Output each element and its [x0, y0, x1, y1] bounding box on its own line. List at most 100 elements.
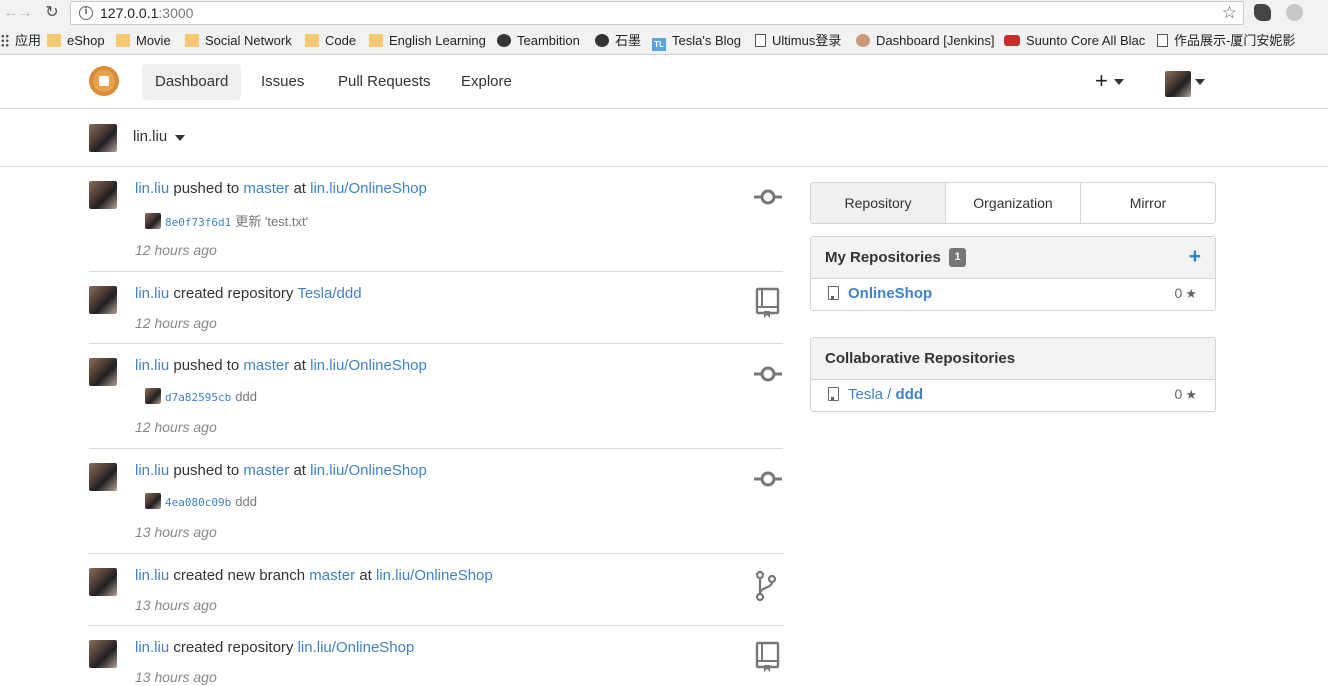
- jenkins-icon: [856, 34, 870, 47]
- feed-repo-link[interactable]: lin.liu/OnlineShop: [376, 567, 493, 584]
- reload-icon[interactable]: ↻: [41, 2, 63, 24]
- repo-link[interactable]: Tesla / ddd: [848, 386, 923, 403]
- plus-icon: +: [1095, 68, 1108, 93]
- feed-repo-link[interactable]: lin.liu/OnlineShop: [298, 639, 415, 656]
- evernote-extension-icon[interactable]: [1254, 4, 1271, 21]
- feed-user-link[interactable]: lin.liu: [135, 357, 169, 374]
- feed-user-link[interactable]: lin.liu: [135, 285, 169, 302]
- feed-item: lin.liu created repository Tesla/ddd 12 …: [89, 272, 783, 344]
- avatar[interactable]: [89, 358, 117, 386]
- repo-link[interactable]: OnlineShop: [848, 285, 932, 302]
- feed-joiner: at: [293, 180, 306, 197]
- avatar[interactable]: [89, 463, 117, 491]
- nav-pull-requests[interactable]: Pull Requests: [325, 64, 444, 100]
- star-icon: ★: [1185, 387, 1197, 402]
- repo-icon: [828, 387, 839, 401]
- bookmark-code[interactable]: Code: [305, 33, 356, 49]
- feed-action: pushed to: [173, 180, 240, 197]
- bookmark-teslas-blog[interactable]: TL Tesla's Blog: [652, 33, 741, 51]
- feed-repo-link[interactable]: lin.liu/OnlineShop: [310, 357, 427, 374]
- user-menu[interactable]: [1165, 71, 1205, 97]
- tab-repository[interactable]: Repository: [811, 183, 945, 223]
- commit-entry: 8e0f73f6d1 更新 'test.txt': [145, 211, 308, 230]
- feed-user-link[interactable]: lin.liu: [135, 639, 169, 656]
- repo-icon: [755, 641, 780, 672]
- bookmark-apps[interactable]: 应用: [0, 33, 41, 49]
- repo-list-item[interactable]: Tesla / ddd 0 ★: [811, 380, 1215, 409]
- commit-sha-link[interactable]: 4ea080c09b: [165, 496, 231, 509]
- repo-type-tabs: Repository Organization Mirror: [810, 182, 1216, 224]
- feed-user-link[interactable]: lin.liu: [135, 180, 169, 197]
- gogs-logo-icon[interactable]: [89, 66, 119, 96]
- avatar: [145, 388, 161, 404]
- avatar[interactable]: [89, 640, 117, 668]
- panel-header: My Repositories 1 +: [811, 237, 1215, 279]
- commit-message: 更新 'test.txt': [235, 214, 309, 229]
- commit-icon: [754, 189, 782, 205]
- add-repository-button[interactable]: +: [1189, 245, 1201, 269]
- commit-entry: 4ea080c09b ddd: [145, 493, 257, 509]
- caret-down-icon[interactable]: [175, 135, 185, 141]
- feed-action: pushed to: [173, 462, 240, 479]
- bookmark-social-network[interactable]: Social Network: [185, 33, 292, 49]
- feed-repo-link[interactable]: lin.liu/OnlineShop: [310, 462, 427, 479]
- address-bar[interactable]: i 127.0.0.1:3000 ☆: [70, 1, 1244, 25]
- avatar[interactable]: [89, 286, 117, 314]
- bookmark-teambition[interactable]: Teambition: [497, 33, 580, 49]
- feed-branch-link[interactable]: master: [243, 180, 289, 197]
- avatar[interactable]: [89, 181, 117, 209]
- feed-branch-link[interactable]: master: [309, 567, 355, 584]
- commit-message: ddd: [235, 389, 257, 404]
- bookmark-english-learning[interactable]: English Learning: [369, 33, 486, 49]
- feed-item: lin.liu pushed to master at lin.liu/Onli…: [89, 167, 783, 272]
- shimo-icon: [595, 34, 609, 47]
- bookmark-jenkins[interactable]: Dashboard [Jenkins]: [856, 33, 995, 49]
- caret-down-icon: [1113, 79, 1124, 85]
- bookmark-suunto[interactable]: Suunto Core All Blac: [1004, 33, 1145, 49]
- commit-sha-link[interactable]: 8e0f73f6d1: [165, 216, 231, 229]
- tab-mirror[interactable]: Mirror: [1081, 183, 1215, 223]
- forward-arrow-icon[interactable]: →: [14, 2, 36, 24]
- commit-entry: d7a82595cb ddd: [145, 388, 257, 404]
- feed-item: lin.liu pushed to master at lin.liu/Onli…: [89, 344, 783, 449]
- feed-item: lin.liu created new branch master at lin…: [89, 554, 783, 626]
- feed-user-link[interactable]: lin.liu: [135, 462, 169, 479]
- bookmarks-bar: 应用 eShop Movie Social Network Code Engli…: [0, 27, 1328, 55]
- nav-issues[interactable]: Issues: [248, 64, 317, 100]
- info-icon[interactable]: i: [79, 6, 93, 20]
- bookmark-works[interactable]: 作品展示-厦门安妮影: [1157, 33, 1295, 49]
- bookmark-eshop[interactable]: eShop: [47, 33, 105, 49]
- bookmark-star-icon[interactable]: ☆: [1222, 3, 1237, 23]
- context-user-dropdown[interactable]: lin.liu: [133, 128, 167, 145]
- url-text[interactable]: 127.0.0.1:3000: [100, 5, 193, 21]
- feed-action: created new branch: [173, 567, 306, 584]
- bookmark-shimo[interactable]: 石墨: [595, 33, 641, 49]
- collaborative-repositories-panel: Collaborative Repositories Tesla / ddd 0…: [810, 337, 1216, 412]
- nav-explore[interactable]: Explore: [448, 64, 525, 100]
- feed-item: lin.liu created repository lin.liu/Onlin…: [89, 626, 783, 686]
- commit-sha-link[interactable]: d7a82595cb: [165, 391, 231, 404]
- commit-icon: [754, 471, 782, 487]
- avatar: [1165, 71, 1191, 97]
- folder-icon: [185, 34, 199, 47]
- feed-repo-link[interactable]: Tesla/ddd: [297, 285, 361, 302]
- avatar: [145, 493, 161, 509]
- feed-time: 12 hours ago: [135, 419, 217, 435]
- extension-icon[interactable]: [1286, 4, 1303, 21]
- feed-user-link[interactable]: lin.liu: [135, 567, 169, 584]
- feed-branch-link[interactable]: master: [243, 462, 289, 479]
- bookmark-ultimus[interactable]: Ultimus登录: [755, 33, 841, 49]
- bookmark-movie[interactable]: Movie: [116, 33, 171, 49]
- feed-repo-link[interactable]: lin.liu/OnlineShop: [310, 180, 427, 197]
- nav-dashboard[interactable]: Dashboard: [142, 64, 242, 100]
- context-switcher: lin.liu: [0, 109, 1328, 167]
- feed-branch-link[interactable]: master: [243, 357, 289, 374]
- create-new-menu[interactable]: +: [1095, 68, 1124, 94]
- repo-list-item[interactable]: OnlineShop 0 ★: [811, 279, 1215, 308]
- teambition-icon: [497, 34, 511, 47]
- avatar[interactable]: [89, 568, 117, 596]
- tab-organization[interactable]: Organization: [946, 183, 1080, 223]
- folder-icon: [47, 34, 61, 47]
- page-icon: [755, 34, 766, 47]
- folder-icon: [369, 34, 383, 47]
